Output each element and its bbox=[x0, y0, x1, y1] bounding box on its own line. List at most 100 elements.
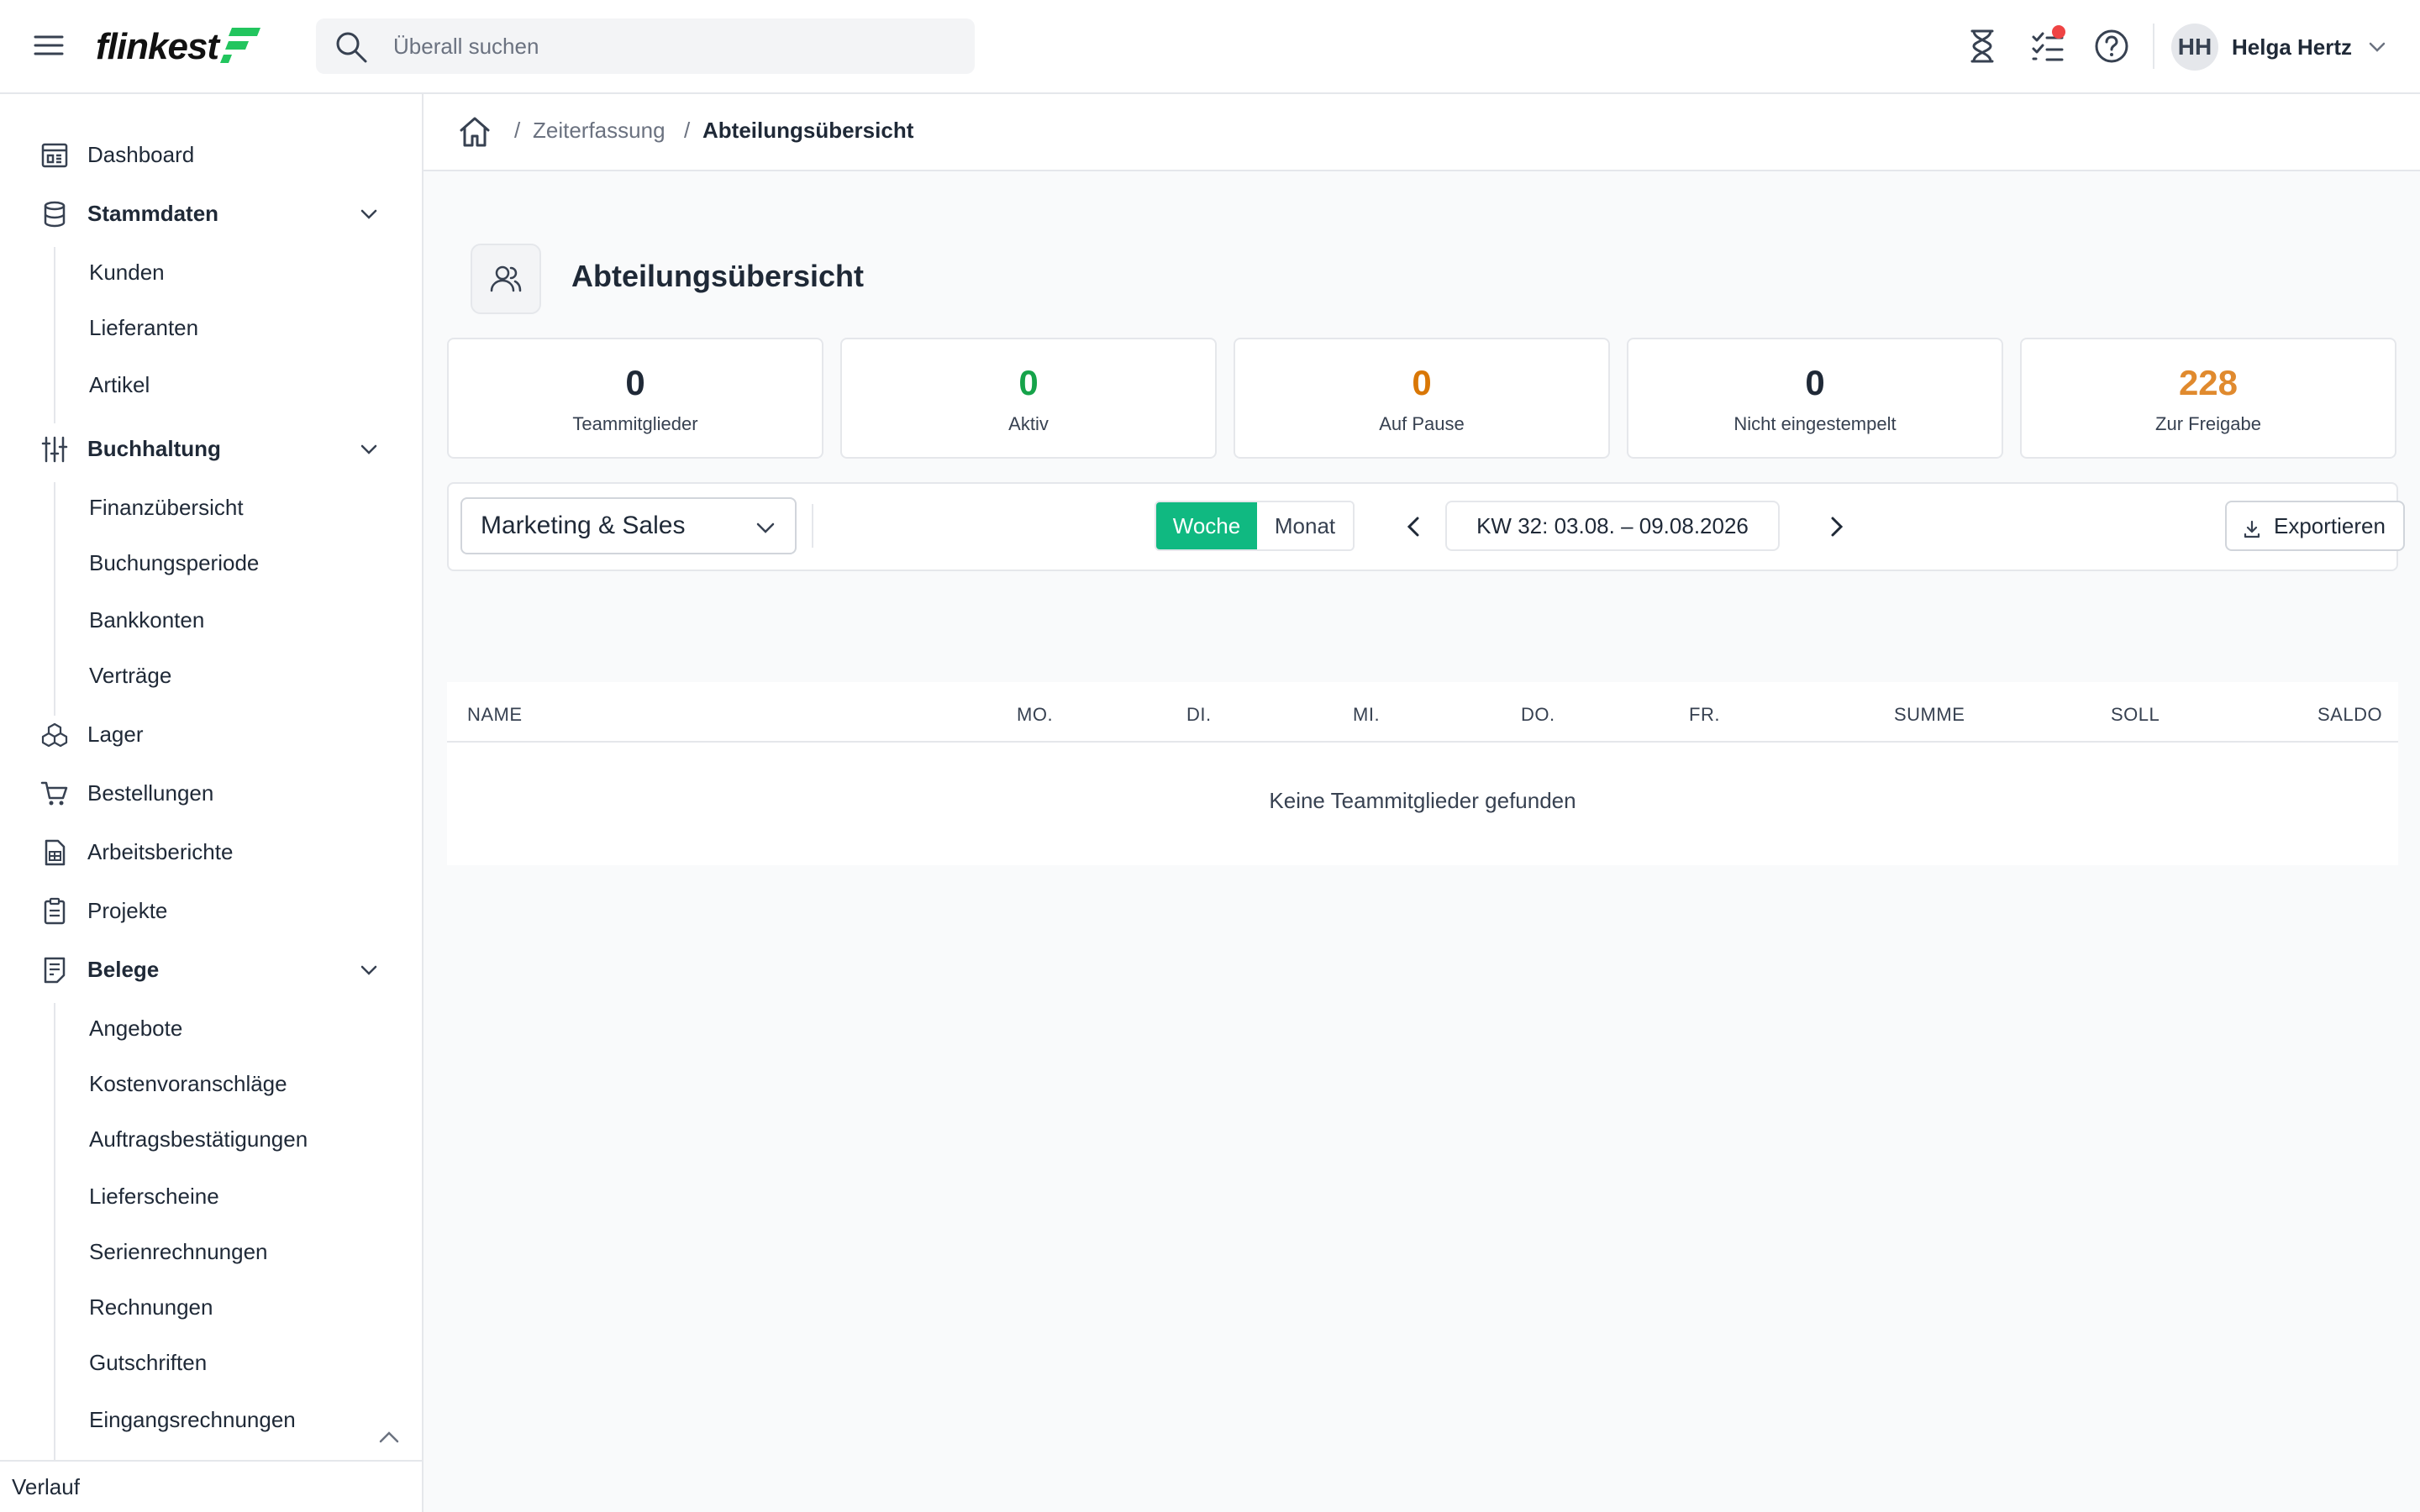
sidebar-item-stammdaten[interactable]: Stammdaten bbox=[0, 188, 420, 239]
sidebar-subitem-lieferanten[interactable]: Lieferanten bbox=[89, 307, 198, 349]
sidebar-subitem-kunden[interactable]: Kunden bbox=[89, 251, 165, 293]
empty-state-message: Keine Teammitglieder gefunden bbox=[1269, 788, 1576, 813]
avatar: HH bbox=[2171, 24, 2218, 71]
chevron-up-icon[interactable] bbox=[376, 1425, 402, 1450]
export-button[interactable]: Exportieren bbox=[2225, 501, 2405, 551]
stat-value: 0 bbox=[1018, 363, 1039, 402]
table-header: NAME MO. DI. MI. DO. FR. SUMME SOLL SALD… bbox=[447, 684, 2398, 743]
sidebar-item-label: Projekte bbox=[87, 897, 168, 923]
sidebar-subitem-kostenvoranschlaege[interactable]: Kostenvoranschläge bbox=[89, 1063, 287, 1105]
week-picker[interactable]: KW 32: 03.08. – 09.08.2026 bbox=[1445, 501, 1780, 551]
hourglass-icon[interactable] bbox=[1963, 27, 2002, 66]
chevron-down-icon bbox=[755, 517, 776, 539]
department-select[interactable]: Marketing & Sales bbox=[460, 497, 797, 554]
logo[interactable]: flinkest bbox=[96, 24, 262, 71]
chevron-down-icon bbox=[358, 203, 380, 225]
sidebar-item-label: Dashboard bbox=[87, 141, 195, 167]
database-icon bbox=[40, 200, 69, 228]
stat-card-teammitglieder: 0 Teammitglieder bbox=[447, 338, 823, 459]
stat-card-aktiv: 0 Aktiv bbox=[840, 338, 1217, 459]
search-input[interactable] bbox=[393, 27, 948, 66]
boxes-icon bbox=[40, 721, 69, 749]
page-title: Abteilungsübersicht bbox=[571, 259, 865, 293]
export-label: Exportieren bbox=[2274, 512, 2386, 538]
chevron-down-icon bbox=[358, 959, 380, 981]
view-toggle: Woche Monat bbox=[1155, 501, 1355, 551]
breadcrumb-separator: / bbox=[514, 118, 521, 143]
dashboard-icon bbox=[40, 141, 69, 170]
help-icon[interactable] bbox=[2092, 27, 2131, 66]
submenu-guide bbox=[54, 247, 55, 423]
column-header-fr: FR. bbox=[1689, 704, 1720, 725]
column-header-name[interactable]: NAME bbox=[467, 704, 523, 726]
stat-value: 0 bbox=[1805, 363, 1825, 402]
breadcrumb-current: Abteilungsübersicht bbox=[702, 118, 914, 143]
stat-label: Aktiv bbox=[1008, 413, 1049, 434]
home-icon[interactable] bbox=[457, 114, 492, 150]
top-bar: flinkest HH Helga Hertz bbox=[0, 0, 2420, 94]
stat-label: Teammitglieder bbox=[572, 413, 698, 434]
stat-value: 228 bbox=[2178, 363, 2238, 402]
sidebar-item-projekte[interactable]: Projekte bbox=[0, 885, 420, 936]
chevron-down-icon bbox=[358, 438, 380, 460]
column-header-summe: SUMME bbox=[1894, 704, 1965, 725]
sidebar-subitem-vertraege[interactable]: Verträge bbox=[89, 654, 171, 696]
sidebar-subitem-lieferscheine[interactable]: Lieferscheine bbox=[89, 1175, 219, 1217]
view-month-button[interactable]: Monat bbox=[1257, 502, 1353, 549]
sidebar-item-label: Lager bbox=[87, 721, 144, 747]
stat-label: Auf Pause bbox=[1379, 413, 1465, 434]
stat-card-auf-pause: 0 Auf Pause bbox=[1234, 338, 1610, 459]
main-content: / Zeiterfassung / Abteilungsübersicht Ab… bbox=[424, 94, 2420, 1512]
sidebar-item-bestellungen[interactable]: Bestellungen bbox=[0, 768, 420, 818]
chevron-left-icon[interactable] bbox=[1400, 512, 1428, 541]
header-divider bbox=[2153, 24, 2154, 69]
sidebar-subitem-auftragsbestaetigungen[interactable]: Auftragsbestätigungen bbox=[89, 1118, 308, 1160]
sidebar-item-lager[interactable]: Lager bbox=[0, 709, 420, 759]
chevron-down-icon bbox=[2367, 37, 2387, 57]
breadcrumb-separator: / bbox=[684, 118, 691, 143]
sidebar-item-label: Bestellungen bbox=[87, 780, 214, 806]
column-header-soll: SOLL bbox=[2111, 704, 2160, 725]
global-search[interactable] bbox=[316, 18, 975, 74]
view-week-button[interactable]: Woche bbox=[1156, 502, 1257, 549]
team-icon bbox=[471, 244, 541, 314]
stat-value: 0 bbox=[1412, 363, 1432, 402]
sidebar-subitem-artikel[interactable]: Artikel bbox=[89, 364, 150, 406]
sidebar-item-label: Buchhaltung bbox=[87, 435, 221, 461]
sidebar-item-arbeitsberichte[interactable]: Arbeitsberichte bbox=[0, 827, 420, 877]
filter-bar: Marketing & Sales Woche Monat KW 32: 03.… bbox=[447, 482, 2405, 571]
column-header-do: DO. bbox=[1521, 704, 1555, 725]
column-header-mi: MI. bbox=[1353, 704, 1381, 725]
user-name: Helga Hertz bbox=[2232, 34, 2353, 60]
filter-divider bbox=[812, 504, 813, 548]
user-menu[interactable]: HH Helga Hertz bbox=[2171, 22, 2387, 72]
department-select-value: Marketing & Sales bbox=[481, 512, 686, 539]
sidebar-item-label: Belege bbox=[87, 956, 160, 982]
sidebar-subitem-gutschriften[interactable]: Gutschriften bbox=[89, 1341, 207, 1383]
sidebar-item-dashboard[interactable]: Dashboard bbox=[0, 129, 420, 180]
column-header-mo: MO. bbox=[1017, 704, 1054, 725]
submenu-guide bbox=[54, 482, 55, 716]
sidebar-subitem-eingangsrechnungen[interactable]: Eingangsrechnungen bbox=[89, 1399, 296, 1441]
sidebar-subitem-bankkonten[interactable]: Bankkonten bbox=[89, 599, 204, 641]
breadcrumb-zeiterfassung[interactable]: Zeiterfassung bbox=[533, 118, 666, 144]
chevron-right-icon[interactable] bbox=[1822, 512, 1850, 541]
checklist-icon[interactable] bbox=[2028, 25, 2067, 66]
logo-mark-icon bbox=[220, 24, 262, 65]
sidebar-item-buchhaltung[interactable]: Buchhaltung bbox=[0, 423, 420, 474]
menu-icon[interactable] bbox=[32, 29, 66, 62]
sidebar-item-belege[interactable]: Belege bbox=[0, 944, 420, 995]
sidebar-subitem-buchungsperiode[interactable]: Buchungsperiode bbox=[89, 542, 259, 584]
stat-card-nicht-eingestempelt: 0 Nicht eingestempelt bbox=[1627, 338, 2003, 459]
history-panel-toggle[interactable]: Verlauf bbox=[0, 1460, 422, 1512]
sidebar-subitem-finanzuebersicht[interactable]: Finanzübersicht bbox=[89, 486, 244, 528]
sidebar-subitem-angebote[interactable]: Angebote bbox=[89, 1007, 182, 1049]
sidebar-subitem-rechnungen[interactable]: Rechnungen bbox=[89, 1286, 213, 1328]
stat-label: Nicht eingestempelt bbox=[1733, 413, 1897, 434]
stat-card-zur-freigabe[interactable]: 228 Zur Freigabe bbox=[2020, 338, 2396, 459]
column-header-saldo: SALDO bbox=[2317, 704, 2383, 725]
stat-label: Zur Freigabe bbox=[2155, 413, 2261, 434]
sidebar-subitem-serienrechnungen[interactable]: Serienrechnungen bbox=[89, 1231, 268, 1273]
column-header-di: DI. bbox=[1186, 704, 1212, 725]
report-icon bbox=[40, 838, 69, 867]
